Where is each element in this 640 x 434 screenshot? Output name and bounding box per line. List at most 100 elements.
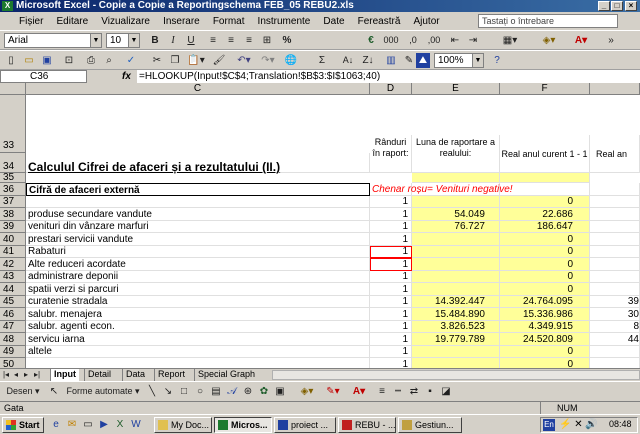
row-header[interactable]: 44 (0, 283, 26, 296)
row-header[interactable]: 45 (0, 296, 26, 308)
menu-file[interactable]: Fișier (14, 13, 48, 31)
close-button[interactable]: × (625, 1, 637, 11)
input-cell[interactable] (500, 173, 590, 183)
font-color-icon[interactable]: A▾ (570, 33, 592, 48)
rows-in-report-cell[interactable]: 1 (370, 333, 412, 346)
current-year-cell[interactable]: 4.349.915 (500, 321, 590, 333)
dash-style-icon[interactable]: ┅ (392, 384, 404, 399)
rows-in-report-cell[interactable]: 1 (370, 246, 412, 258)
drawing-icon[interactable]: ✎ (402, 53, 416, 68)
open-folder-icon[interactable]: ▭ (22, 53, 36, 68)
current-year-cell[interactable]: 0 (500, 346, 590, 358)
menu-window[interactable]: Fereastră (353, 13, 406, 31)
sheet-tab-report[interactable]: Report (154, 369, 188, 381)
reporting-month-cell[interactable] (412, 246, 500, 258)
row-header[interactable]: 46 (0, 308, 26, 321)
row-label[interactable]: venituri din vânzare marfuri (26, 221, 370, 233)
menu-edit[interactable]: Editare (52, 13, 94, 31)
task-my-documents[interactable]: My Doc... (154, 417, 212, 433)
previous-year-cell[interactable] (590, 221, 640, 233)
task-gestiune[interactable]: Gestiun... (398, 417, 462, 433)
select-all-corner[interactable] (0, 83, 26, 95)
row-header[interactable]: 41 (0, 246, 26, 258)
row-header[interactable]: 48 (0, 333, 26, 346)
quicklaunch-media-icon[interactable]: ▶ (98, 417, 110, 432)
print-icon[interactable]: ⎙ (84, 53, 98, 68)
column-header-c[interactable]: C (26, 83, 370, 95)
select-objects-icon[interactable]: ↖ (48, 384, 60, 399)
row-header[interactable]: 37 (0, 196, 26, 208)
rows-in-report-cell[interactable]: 1 (370, 221, 412, 233)
italic-button[interactable]: I (166, 33, 180, 48)
menu-insert[interactable]: Inserare (158, 13, 205, 31)
column-header-d[interactable]: D (370, 83, 412, 95)
sheet-tab-detail[interactable]: Detail (84, 369, 114, 381)
quicklaunch-ie-icon[interactable]: e (50, 417, 62, 432)
current-year-cell[interactable]: 22.686 (500, 208, 590, 221)
reporting-month-cell[interactable] (412, 233, 500, 246)
menu-tools[interactable]: Instrumente (253, 13, 316, 31)
paste-icon[interactable]: 📋▾ (186, 53, 206, 68)
draw-menu-button[interactable]: Desen ▾ (4, 384, 42, 399)
row-label[interactable] (26, 196, 370, 208)
previous-year-cell[interactable] (590, 358, 640, 368)
sheet-tab-data[interactable]: Data (122, 369, 148, 381)
underline-button[interactable]: U (184, 33, 198, 48)
row-label[interactable]: curatenie stradala (26, 296, 370, 308)
column-header-g[interactable] (590, 83, 640, 95)
arrow-style-icon[interactable]: ⇄ (408, 384, 420, 399)
report-title[interactable]: Calculul Cifrei de afaceri și a rezultat… (26, 153, 370, 174)
decrease-indent-icon[interactable]: ⇤ (448, 33, 462, 48)
align-left-icon[interactable]: ≡ (206, 33, 220, 48)
reporting-month-cell[interactable] (412, 196, 500, 208)
3d-icon[interactable]: ◪ (440, 384, 452, 399)
previous-year-cell[interactable] (590, 283, 640, 296)
previous-year-cell[interactable]: 30 (590, 308, 640, 321)
row-header[interactable]: 42 (0, 258, 26, 271)
row-header[interactable]: 36 (0, 183, 26, 196)
new-icon[interactable]: ▯ (4, 53, 18, 68)
row-label[interactable]: salubr. menajera (26, 308, 370, 321)
column-header-e[interactable]: E (412, 83, 500, 95)
column-header-f[interactable]: F (500, 83, 590, 95)
row-header[interactable]: 33 (0, 95, 26, 153)
previous-year-cell[interactable] (590, 246, 640, 258)
start-button[interactable]: Start (2, 417, 44, 433)
insert-function-icon[interactable]: fx (122, 70, 131, 83)
row-label[interactable]: servicu iarna (26, 333, 370, 346)
increase-indent-icon[interactable]: ⇥ (466, 33, 480, 48)
wordart-icon[interactable]: 𝒜 (226, 384, 238, 399)
quicklaunch-outlook-icon[interactable]: ✉ (66, 417, 78, 432)
current-year-cell[interactable]: 0 (500, 196, 590, 208)
zoom-select[interactable]: 100% ▼ (434, 53, 484, 68)
menu-help[interactable]: Ajutor (408, 13, 444, 31)
bold-button[interactable]: B (148, 33, 162, 48)
diagram-icon[interactable]: ⊛ (242, 384, 254, 399)
reporting-month-cell[interactable] (412, 271, 500, 283)
autosum-button[interactable]: Σ (312, 53, 332, 68)
worksheet-grid[interactable]: C D E F 33 34 Calculul Cifrei de afaceri… (0, 83, 640, 368)
previous-year-cell[interactable]: 44 (590, 333, 640, 346)
current-year-cell[interactable]: 0 (500, 271, 590, 283)
fill-color-icon[interactable]: ◈▾ (538, 33, 560, 48)
row-header[interactable]: 34 (0, 153, 26, 173)
rectangle-icon[interactable]: □ (178, 384, 190, 399)
input-cell[interactable] (412, 173, 500, 183)
redo-icon[interactable]: ↷▾ (258, 53, 278, 68)
previous-year-cell[interactable] (590, 233, 640, 246)
previous-year-cell[interactable] (590, 208, 640, 221)
format-painter-icon[interactable]: 🖌 (212, 53, 226, 68)
previous-year-cell[interactable] (590, 258, 640, 271)
tray-icons[interactable]: ⚡ ✕ 🔊 (559, 419, 598, 430)
copy-icon[interactable]: ❐ (168, 53, 182, 68)
horizontal-scrollbar[interactable] (272, 370, 640, 380)
sort-descending-icon[interactable]: Z↓ (360, 53, 376, 68)
task-excel[interactable]: Micros... (214, 417, 272, 433)
toolbar-options-icon[interactable]: » (606, 33, 616, 48)
reporting-month-cell[interactable]: 76.727 (412, 221, 500, 233)
row-header[interactable]: 47 (0, 321, 26, 333)
header-reporting-month[interactable]: Luna de raportare a realului: (412, 135, 500, 173)
rows-in-report-cell[interactable]: 1 (370, 233, 412, 246)
comma-style-button[interactable]: 000 (382, 33, 400, 48)
reporting-month-cell[interactable]: 19.779.789 (412, 333, 500, 346)
